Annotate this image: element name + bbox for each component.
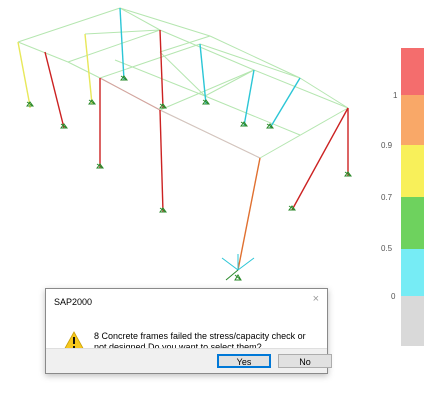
legend-tick-label: 0.9: [381, 141, 393, 150]
legend-tick-label: 0: [391, 292, 396, 301]
legend-band: [401, 296, 424, 346]
yes-button[interactable]: Yes: [217, 354, 271, 368]
legend-tick-label: 0.7: [381, 193, 393, 202]
legend-band: [401, 145, 424, 197]
no-button[interactable]: No: [278, 354, 332, 368]
axis-triad: [221, 254, 255, 281]
dialog-title: SAP2000: [54, 297, 93, 307]
legend-band: [401, 95, 424, 145]
dialog-button-bar: Yes No: [46, 348, 332, 373]
legend-tick-label: 0.5: [381, 244, 393, 253]
legend-band: [401, 197, 424, 249]
message-dialog: SAP2000 × 8 Concrete frames failed the s…: [45, 288, 332, 374]
frame-columns: [17, 7, 349, 271]
legend-tick-label: 1: [393, 91, 398, 100]
support-symbols: [26, 75, 352, 281]
close-icon[interactable]: ×: [313, 294, 319, 305]
frame-beams: [17, 7, 349, 159]
legend-band: [401, 48, 424, 95]
legend-band: [401, 249, 424, 296]
